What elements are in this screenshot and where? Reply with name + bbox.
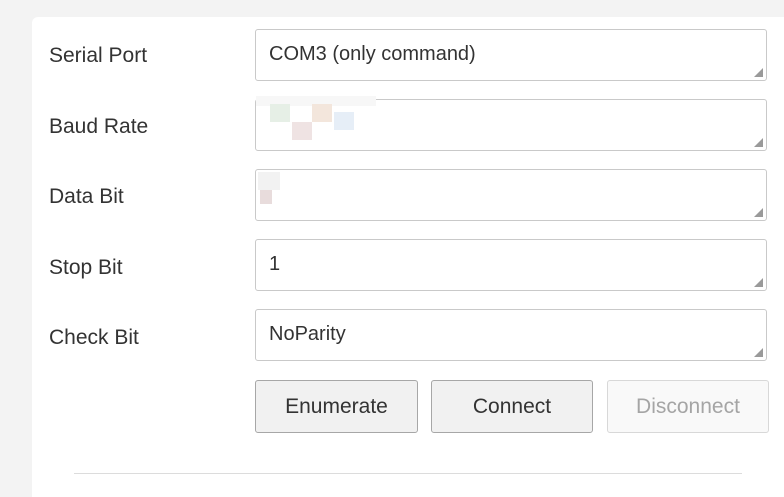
blurred-value-overlay [258, 172, 280, 190]
baud-rate-select[interactable] [255, 96, 767, 151]
check-bit-value: NoParity [269, 323, 346, 345]
check-bit-label: Check Bit [49, 326, 139, 349]
section-divider [74, 473, 742, 474]
disconnect-button[interactable]: Disconnect [607, 380, 769, 433]
serial-port-value: COM3 (only command) [269, 43, 476, 65]
blurred-value-overlay [312, 104, 332, 122]
resize-grip-icon [754, 278, 763, 287]
stop-bit-label: Stop Bit [49, 256, 123, 279]
blurred-value-overlay [260, 190, 272, 204]
stop-bit-select[interactable]: 1 [255, 239, 767, 291]
blurred-value-overlay [334, 112, 354, 130]
resize-grip-icon [754, 348, 763, 357]
data-bit-label: Data Bit [49, 185, 124, 208]
resize-grip-icon [754, 68, 763, 77]
blurred-value-overlay [292, 122, 312, 140]
data-bit-select[interactable] [255, 169, 767, 221]
stop-bit-value: 1 [269, 253, 281, 275]
blurred-value-overlay [270, 104, 290, 122]
serial-port-label: Serial Port [49, 44, 148, 67]
connect-button[interactable]: Connect [431, 380, 593, 433]
resize-grip-icon [754, 208, 763, 217]
enumerate-button[interactable]: Enumerate [255, 380, 418, 433]
resize-grip-icon [754, 138, 763, 147]
baud-rate-label: Baud Rate [49, 115, 149, 138]
check-bit-select[interactable]: NoParity [255, 309, 767, 361]
serial-port-select[interactable]: COM3 (only command) [255, 29, 767, 81]
